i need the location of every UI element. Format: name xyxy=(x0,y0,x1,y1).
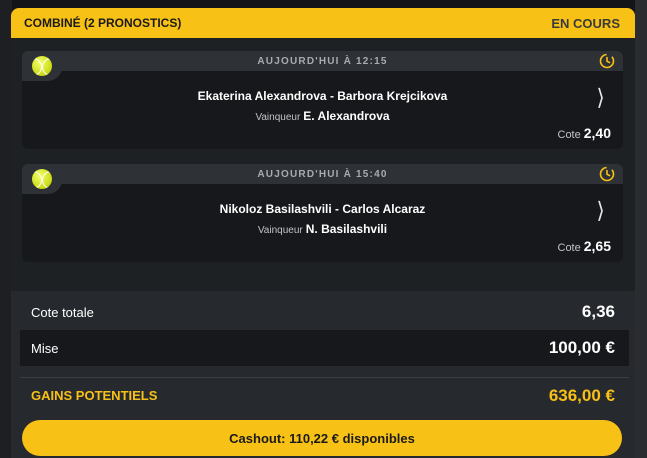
bet-item[interactable]: AUJOURD'HUI À 12:15 Ekaterina Alexandrov… xyxy=(22,51,623,149)
bet-time: AUJOURD'HUI À 15:40 xyxy=(257,168,388,180)
total-odds-value: 6,36 xyxy=(581,302,615,321)
tennis-ball-icon xyxy=(32,56,52,76)
stake-value: 100,00 € xyxy=(548,338,615,357)
selection: Vainqueur E. Alexandrova xyxy=(22,109,623,123)
potential-gains-label: GAINS POTENTIELS xyxy=(31,388,158,403)
bet-summary: Cote totale 6,36 Mise 100,00 € GAINS POT… xyxy=(11,291,635,458)
potential-gains-row: GAINS POTENTIELS 636,00 € xyxy=(20,377,629,413)
stake-label: Mise xyxy=(31,340,59,356)
selection-label: Vainqueur xyxy=(257,225,303,236)
bet-time-bar: AUJOURD'HUI À 15:40 xyxy=(22,164,623,184)
bet-time: AUJOURD'HUI À 12:15 xyxy=(257,55,388,67)
tennis-ball-icon xyxy=(32,169,52,189)
bet-status-badge: EN COURS xyxy=(551,15,620,31)
selection-label: Vainqueur xyxy=(255,112,301,123)
selection: Vainqueur N. Basilashvili xyxy=(22,222,623,236)
live-clock-icon xyxy=(599,166,615,182)
cashout-button[interactable]: Cashout: 110,22 € disponibles xyxy=(22,420,622,456)
odds-value: 2,40 xyxy=(583,125,611,141)
match-name: Nikoloz Basilashvili - Carlos Alcaraz xyxy=(219,202,426,216)
bet-item[interactable]: AUJOURD'HUI À 15:40 Nikoloz Basilashvili… xyxy=(22,164,623,262)
potential-gains-value: 636,00 € xyxy=(548,385,615,405)
bets-list: AUJOURD'HUI À 12:15 Ekaterina Alexandrov… xyxy=(11,38,635,291)
bet-slip-title: COMBINÉ (2 PRONOSTICS) xyxy=(24,16,182,30)
sport-badge xyxy=(22,164,62,194)
chevron-right-icon[interactable]: ❭ xyxy=(596,197,606,221)
total-odds-label: Cote totale xyxy=(31,304,94,320)
stake-row: Mise 100,00 € xyxy=(20,330,629,366)
sport-badge xyxy=(22,51,62,81)
chevron-right-icon[interactable]: ❭ xyxy=(596,84,606,108)
live-clock-icon xyxy=(599,53,615,69)
selection-value: N. Basilashvili xyxy=(305,222,388,236)
match-name: Ekaterina Alexandrova - Barbora Krejciko… xyxy=(197,89,448,103)
bet-odds: Cote 2,65 xyxy=(558,238,612,254)
bet-slip-header: COMBINÉ (2 PRONOSTICS) EN COURS xyxy=(11,8,635,38)
selection-value: E. Alexandrova xyxy=(303,109,390,123)
bet-slip-card: COMBINÉ (2 PRONOSTICS) EN COURS AUJOURD'… xyxy=(11,8,635,458)
background-right xyxy=(635,0,647,458)
total-odds-row: Cote totale 6,36 xyxy=(20,294,629,330)
bet-odds: Cote 2,40 xyxy=(558,125,612,141)
odds-label: Cote xyxy=(557,242,581,254)
odds-value: 2,65 xyxy=(583,238,611,254)
bet-time-bar: AUJOURD'HUI À 12:15 xyxy=(22,51,623,71)
odds-label: Cote xyxy=(557,129,581,141)
